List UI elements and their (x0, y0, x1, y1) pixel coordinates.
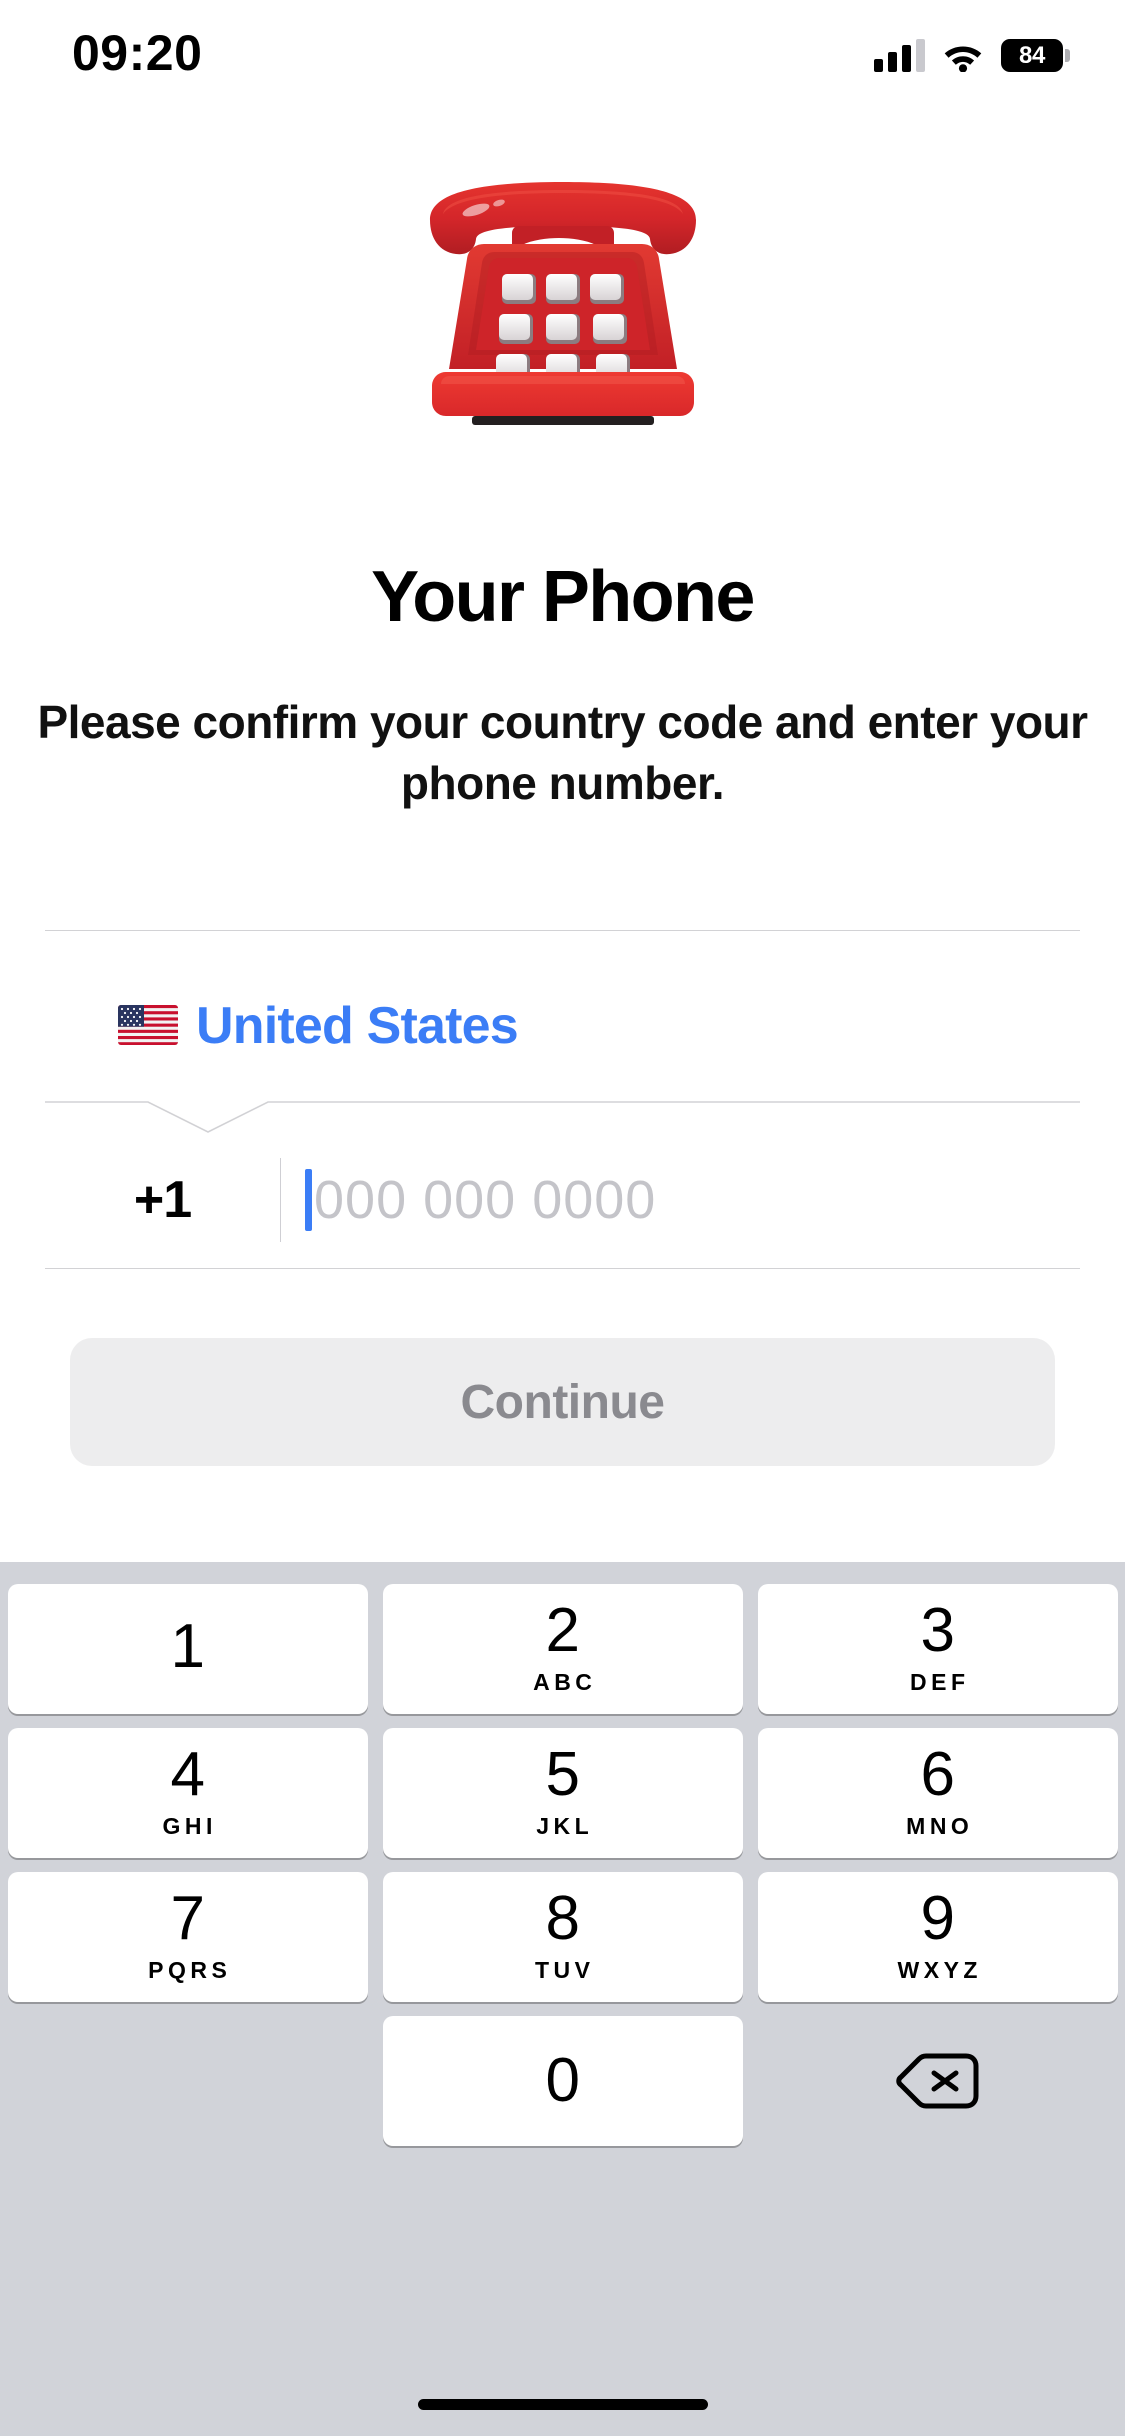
key-4[interactable]: 4 GHI (7, 1728, 368, 1858)
key-5[interactable]: 5 JKL (382, 1728, 743, 1858)
keypad-row: 7 PQRS 8 TUV 9 WXYZ (0, 1872, 1125, 2002)
key-digit: 3 (920, 1596, 955, 1665)
key-digit: 2 (545, 1596, 580, 1665)
key-spacer-left (8, 2016, 368, 2146)
country-code-label: +1 (133, 1171, 192, 1229)
key-letters: GHI (162, 1813, 217, 1839)
key-9[interactable]: 9 WXYZ (757, 1872, 1118, 2002)
status-bar-indicators: 84 (874, 30, 1070, 73)
numeric-keypad: 1 2 ABC 3 DEF 4 GHI 5 JKL 6 MNO 7 PQRS 8… (0, 1562, 1125, 2436)
phone-number-placeholder: 000 000 0000 (314, 1170, 657, 1230)
key-letters: TUV (535, 1957, 595, 1983)
key-3[interactable]: 3 DEF (757, 1584, 1118, 1714)
continue-button[interactable]: Continue (70, 1338, 1055, 1466)
wifi-icon (942, 40, 984, 73)
key-letters: PQRS (148, 1957, 232, 1983)
key-digit: 1 (170, 1612, 205, 1681)
key-digit: 4 (170, 1740, 205, 1809)
cellular-bars-icon (874, 39, 925, 72)
hero-illustration (0, 148, 1125, 453)
key-0[interactable]: 0 (382, 2016, 743, 2146)
key-digit: 6 (920, 1740, 955, 1809)
keypad-row: 0 (0, 2016, 1125, 2146)
text-cursor (305, 1169, 312, 1231)
phone-number-row[interactable]: +1 000 000 0000 (45, 1140, 1080, 1260)
battery-level-label: 84 (1019, 41, 1045, 69)
status-bar: 09:20 84 (0, 0, 1125, 110)
key-digit: 7 (170, 1884, 205, 1953)
form-divider-bottom (45, 1268, 1080, 1269)
status-bar-time: 09:20 (72, 25, 203, 81)
key-backspace[interactable] (758, 2016, 1118, 2146)
keypad-row: 1 2 ABC 3 DEF (0, 1562, 1125, 1714)
flag-united-states-icon (118, 1005, 178, 1047)
key-letters: WXYZ (897, 1957, 982, 1983)
key-2[interactable]: 2 ABC (382, 1584, 743, 1714)
key-letters: DEF (910, 1669, 970, 1695)
keypad-row: 4 GHI 5 JKL 6 MNO (0, 1728, 1125, 1858)
telephone-emoji (429, 182, 696, 425)
form-divider-top (45, 930, 1080, 931)
country-selector[interactable]: United States (45, 972, 1080, 1080)
key-6[interactable]: 6 MNO (757, 1728, 1118, 1858)
home-indicator (417, 2399, 708, 2410)
country-notch-divider (45, 1101, 1080, 1133)
phone-number-input[interactable]: 000 000 0000 (281, 1140, 1080, 1260)
page-subtitle: Please confirm your country code and ent… (37, 696, 1088, 810)
key-letters: ABC (533, 1669, 597, 1695)
backspace-delete-icon (758, 2016, 1118, 2146)
key-letters: JKL (536, 1813, 594, 1839)
key-digit: 0 (545, 2046, 580, 2115)
key-digit: 8 (545, 1884, 580, 1953)
key-digit: 9 (920, 1884, 955, 1953)
key-digit: 5 (545, 1740, 580, 1809)
key-8[interactable]: 8 TUV (382, 1872, 743, 2002)
key-1[interactable]: 1 (7, 1584, 368, 1714)
phone-screen: 09:20 84 Your Phone Please confirm your … (0, 0, 1125, 2436)
country-name-label: United States (196, 997, 519, 1055)
page-title: Your Phone (371, 557, 755, 637)
key-7[interactable]: 7 PQRS (7, 1872, 368, 2002)
key-letters: MNO (906, 1813, 974, 1839)
battery-icon: 84 (1001, 39, 1070, 72)
